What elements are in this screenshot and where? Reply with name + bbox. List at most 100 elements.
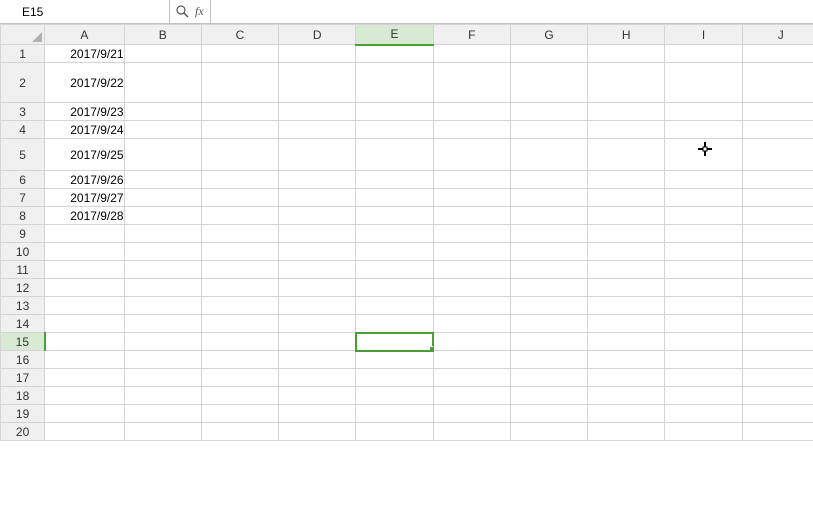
cell-F3[interactable] [433, 103, 510, 121]
cell-A16[interactable] [45, 351, 124, 369]
cell-J4[interactable] [742, 121, 813, 139]
cell-B3[interactable] [124, 103, 201, 121]
cell-I1[interactable] [665, 45, 742, 63]
cell-B10[interactable] [124, 243, 201, 261]
cell-J18[interactable] [742, 387, 813, 405]
cell-E7[interactable] [356, 189, 433, 207]
cell-C19[interactable] [201, 405, 278, 423]
cell-J19[interactable] [742, 405, 813, 423]
cell-D16[interactable] [279, 351, 356, 369]
cell-F14[interactable] [433, 315, 510, 333]
cell-F20[interactable] [433, 423, 510, 441]
cell-A19[interactable] [45, 405, 124, 423]
cell-I18[interactable] [665, 387, 742, 405]
cell-H7[interactable] [588, 189, 665, 207]
cell-H11[interactable] [588, 261, 665, 279]
cell-D3[interactable] [279, 103, 356, 121]
col-header-I[interactable]: I [665, 25, 742, 45]
cell-J13[interactable] [742, 297, 813, 315]
cell-E13[interactable] [356, 297, 433, 315]
cell-E1[interactable] [356, 45, 433, 63]
cell-B13[interactable] [124, 297, 201, 315]
cell-H17[interactable] [588, 369, 665, 387]
row-header-9[interactable]: 9 [1, 225, 45, 243]
cell-C15[interactable] [201, 333, 278, 351]
cell-D5[interactable] [279, 139, 356, 171]
row-header-5[interactable]: 5 [1, 139, 45, 171]
cell-E16[interactable] [356, 351, 433, 369]
cell-J7[interactable] [742, 189, 813, 207]
cell-H3[interactable] [588, 103, 665, 121]
cell-D8[interactable] [279, 207, 356, 225]
cell-E2[interactable] [356, 63, 433, 103]
cell-I15[interactable] [665, 333, 742, 351]
cell-E15[interactable] [356, 333, 433, 351]
cell-B4[interactable] [124, 121, 201, 139]
cell-H18[interactable] [588, 387, 665, 405]
cell-G14[interactable] [510, 315, 587, 333]
cell-F11[interactable] [433, 261, 510, 279]
col-header-C[interactable]: C [201, 25, 278, 45]
cell-I11[interactable] [665, 261, 742, 279]
cell-C9[interactable] [201, 225, 278, 243]
cell-B11[interactable] [124, 261, 201, 279]
cell-I8[interactable] [665, 207, 742, 225]
cell-C5[interactable] [201, 139, 278, 171]
cell-C10[interactable] [201, 243, 278, 261]
cell-C8[interactable] [201, 207, 278, 225]
row-header-2[interactable]: 2 [1, 63, 45, 103]
col-header-E[interactable]: E [356, 25, 433, 45]
cell-B15[interactable] [124, 333, 201, 351]
cell-C1[interactable] [201, 45, 278, 63]
spreadsheet-grid[interactable]: ABCDEFGHIJ12017/9/2122017/9/2232017/9/23… [0, 24, 813, 441]
cell-H12[interactable] [588, 279, 665, 297]
cell-D17[interactable] [279, 369, 356, 387]
cell-A1[interactable]: 2017/9/21 [45, 45, 124, 63]
row-header-1[interactable]: 1 [1, 45, 45, 63]
cell-B7[interactable] [124, 189, 201, 207]
cell-A6[interactable]: 2017/9/26 [45, 171, 124, 189]
row-header-11[interactable]: 11 [1, 261, 45, 279]
cell-E12[interactable] [356, 279, 433, 297]
col-header-F[interactable]: F [433, 25, 510, 45]
row-header-8[interactable]: 8 [1, 207, 45, 225]
row-header-18[interactable]: 18 [1, 387, 45, 405]
cell-I19[interactable] [665, 405, 742, 423]
cell-H8[interactable] [588, 207, 665, 225]
cell-C20[interactable] [201, 423, 278, 441]
cell-A20[interactable] [45, 423, 124, 441]
row-header-7[interactable]: 7 [1, 189, 45, 207]
cell-B5[interactable] [124, 139, 201, 171]
cell-I12[interactable] [665, 279, 742, 297]
cell-G7[interactable] [510, 189, 587, 207]
cell-J14[interactable] [742, 315, 813, 333]
cell-I20[interactable] [665, 423, 742, 441]
fx-label[interactable]: fx [195, 4, 204, 19]
cell-I10[interactable] [665, 243, 742, 261]
cell-B8[interactable] [124, 207, 201, 225]
cell-G12[interactable] [510, 279, 587, 297]
cell-F8[interactable] [433, 207, 510, 225]
cell-J15[interactable] [742, 333, 813, 351]
cell-D7[interactable] [279, 189, 356, 207]
cell-H20[interactable] [588, 423, 665, 441]
cell-A17[interactable] [45, 369, 124, 387]
cell-A3[interactable]: 2017/9/23 [45, 103, 124, 121]
cell-H9[interactable] [588, 225, 665, 243]
cell-C17[interactable] [201, 369, 278, 387]
cell-E19[interactable] [356, 405, 433, 423]
row-header-15[interactable]: 15 [1, 333, 45, 351]
cell-B16[interactable] [124, 351, 201, 369]
cell-C2[interactable] [201, 63, 278, 103]
row-header-4[interactable]: 4 [1, 121, 45, 139]
cell-F1[interactable] [433, 45, 510, 63]
cell-G11[interactable] [510, 261, 587, 279]
cell-G9[interactable] [510, 225, 587, 243]
cell-F10[interactable] [433, 243, 510, 261]
cell-A18[interactable] [45, 387, 124, 405]
cell-C12[interactable] [201, 279, 278, 297]
cell-F7[interactable] [433, 189, 510, 207]
cell-D19[interactable] [279, 405, 356, 423]
cell-C16[interactable] [201, 351, 278, 369]
cell-H15[interactable] [588, 333, 665, 351]
